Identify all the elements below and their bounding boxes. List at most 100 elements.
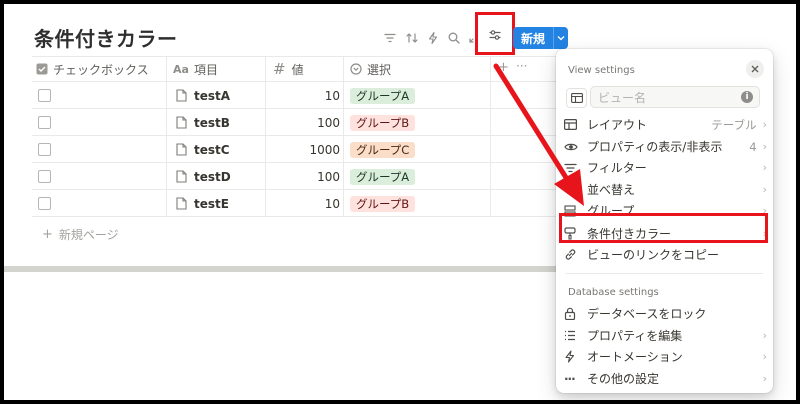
sort-icon[interactable]: [403, 29, 421, 47]
column-label: 選択: [367, 62, 392, 77]
menu-item-label: ビューのリンクをコピー: [587, 248, 720, 262]
title-cell[interactable]: testA: [176, 89, 230, 103]
menu-item-label: プロパティの表示/非表示: [587, 140, 723, 154]
menu-item-copy-link[interactable]: ビューのリンクをコピー: [564, 244, 767, 265]
column-header-select[interactable]: 選択: [350, 57, 490, 81]
database-settings-title: Database settings: [568, 287, 659, 298]
group-tag: グループB: [350, 195, 416, 212]
menu-item-label: その他の設定: [587, 372, 660, 386]
title-cell[interactable]: testC: [176, 143, 230, 157]
title-cell[interactable]: testB: [176, 116, 230, 130]
value-cell[interactable]: 1000: [272, 143, 340, 157]
bolt-icon[interactable]: [424, 29, 442, 47]
row-checkbox[interactable]: [38, 89, 51, 102]
chevron-right-icon: ›: [762, 329, 767, 342]
row-title: testB: [194, 115, 230, 130]
page-title: 条件付きカラー: [34, 27, 178, 51]
view-name-placeholder: ビュー名: [598, 90, 647, 105]
annotation-arrow: [493, 63, 584, 206]
close-button[interactable]: [746, 60, 764, 78]
list-icon: [564, 330, 582, 341]
menu-item-label: オートメーション: [587, 350, 683, 364]
new-page-label: 新規ページ: [58, 228, 119, 242]
menu-item-more-settings[interactable]: ··· その他の設定 ›: [564, 368, 767, 389]
new-page-button[interactable]: + 新規ページ: [42, 226, 119, 243]
bolt-icon: [564, 350, 582, 363]
view-name-input[interactable]: ビュー名 i: [590, 86, 760, 108]
divider: [32, 56, 562, 57]
hash-icon: #: [273, 60, 286, 78]
row-checkbox[interactable]: [38, 143, 51, 156]
filter-icon[interactable]: [381, 29, 399, 47]
group-tag: グループB: [350, 114, 416, 131]
checkbox-icon: [36, 63, 48, 75]
search-icon[interactable]: [445, 29, 463, 47]
table-row[interactable]: testB 100 グループB: [36, 109, 556, 136]
value-cell[interactable]: 10: [272, 89, 340, 103]
info-icon[interactable]: i: [741, 91, 753, 103]
value-cell[interactable]: 100: [272, 170, 340, 184]
chevron-right-icon: ›: [762, 140, 767, 153]
chevron-right-icon: ›: [762, 161, 767, 174]
title-cell[interactable]: testE: [176, 197, 229, 211]
page-icon: [176, 197, 187, 210]
column-header-value[interactable]: # 値: [273, 57, 343, 81]
menu-item-filter[interactable]: フィルター ›: [564, 157, 767, 178]
chevron-right-icon: ›: [762, 372, 767, 385]
menu-item-properties[interactable]: プロパティの表示/非表示 4 ›: [564, 136, 767, 157]
menu-item-edit-properties[interactable]: プロパティを編集 ›: [564, 325, 767, 346]
menu-item-label: 並べ替え: [587, 183, 636, 197]
group-tag: グループA: [350, 87, 416, 104]
column-label: 値: [291, 62, 304, 77]
chevron-right-icon: ›: [762, 118, 767, 131]
column-label: チェックボックス: [53, 62, 149, 77]
menu-item-value: 4: [749, 139, 757, 154]
row-checkbox[interactable]: [38, 197, 51, 210]
menu-item-label: データベースをロック: [587, 307, 707, 321]
table-row[interactable]: testA 10 グループA: [36, 82, 556, 109]
row-title: testD: [194, 169, 231, 184]
table-row[interactable]: testC 1000 グループC: [36, 136, 556, 163]
menu-item-label: レイアウト: [587, 118, 648, 132]
text-icon: Aa: [173, 62, 189, 76]
row-title: testC: [194, 142, 230, 157]
select-cell[interactable]: グループA: [350, 87, 416, 104]
menu-item-sort[interactable]: 並べ替え ›: [564, 179, 767, 200]
select-cell[interactable]: グループB: [350, 114, 416, 131]
settings-sliders-icon[interactable]: [486, 26, 504, 44]
select-cell[interactable]: グループC: [350, 141, 416, 158]
row-title: testA: [194, 88, 231, 103]
select-icon: [350, 63, 362, 75]
table-row[interactable]: testD 100 グループA: [36, 163, 556, 190]
menu-item-lock-database[interactable]: データベースをロック: [564, 303, 767, 324]
table-row[interactable]: testE 10 グループB: [36, 190, 556, 217]
value-cell[interactable]: 10: [272, 197, 340, 211]
column-header-title[interactable]: Aa 項目: [173, 57, 268, 81]
value-cell[interactable]: 100: [272, 116, 340, 130]
chevron-right-icon: ›: [762, 183, 767, 196]
menu-item-automation[interactable]: オートメーション ›: [564, 346, 767, 367]
menu-item-label: プロパティを編集: [587, 329, 683, 343]
column-label: 項目: [193, 62, 218, 77]
page-icon: [176, 89, 187, 102]
column-header-checkbox[interactable]: チェックボックス: [36, 57, 166, 81]
menu-item-value: テーブル: [711, 117, 757, 132]
row-checkbox[interactable]: [38, 116, 51, 129]
select-cell[interactable]: グループB: [350, 195, 416, 212]
highlight-conditional-color-box: [559, 213, 768, 243]
link-icon: [564, 248, 582, 261]
menu-item-layout[interactable]: レイアウト テーブル ›: [564, 114, 767, 135]
lock-icon: [564, 307, 582, 320]
page-icon: [176, 170, 187, 183]
row-checkbox[interactable]: [38, 170, 51, 183]
group-tag: グループC: [350, 141, 416, 158]
notion-window: 条件付きカラー 新規 チェックボックス Aa 項目 # 値 選択 + ··· t…: [4, 4, 796, 400]
horizontal-scrollbar[interactable]: [4, 266, 564, 272]
menu-item-label: フィルター: [587, 161, 647, 175]
select-cell[interactable]: グループA: [350, 168, 416, 185]
title-cell[interactable]: testD: [176, 170, 231, 184]
menu-divider: [566, 273, 763, 274]
chevron-right-icon: ›: [762, 350, 767, 363]
plus-icon: +: [42, 227, 53, 242]
close-icon: [751, 65, 759, 73]
